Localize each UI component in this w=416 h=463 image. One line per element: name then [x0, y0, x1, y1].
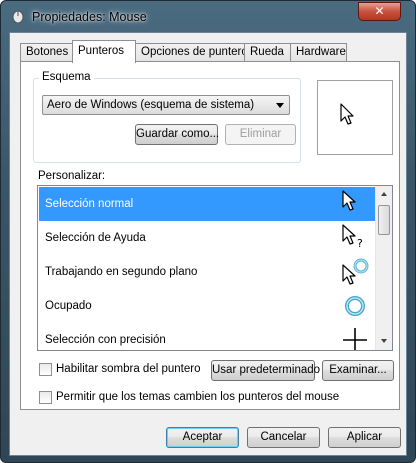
arrow-cursor-icon: [342, 190, 356, 211]
pointer-shadow-checkbox[interactable]: [39, 363, 52, 376]
chevron-up-icon: [381, 192, 387, 196]
scheme-selected-value: Aero de Windows (esquema de sistema): [47, 99, 255, 111]
browse-button[interactable]: Examinar...: [322, 360, 394, 381]
list-item-label: Trabajando en segundo plano: [45, 266, 198, 278]
list-item-label: Selección con precisión: [45, 334, 166, 346]
list-item-seleccion-con-precision[interactable]: Selección con precisión: [39, 323, 376, 350]
svg-text:?: ?: [357, 237, 363, 250]
working-cursor-icon: [342, 258, 369, 285]
use-default-button[interactable]: Usar predeterminado: [211, 360, 320, 381]
save-as-button[interactable]: Guardar como...: [135, 124, 219, 145]
list-item-label: Ocupado: [45, 300, 92, 312]
ok-button[interactable]: Aceptar: [166, 427, 239, 448]
list-item-label: Selección de Ayuda: [45, 232, 146, 244]
crosshair-cursor-icon: [343, 328, 367, 350]
chevron-down-icon: [276, 103, 284, 108]
close-icon: ✕: [374, 4, 385, 18]
tab-hardware[interactable]: Hardware: [290, 43, 347, 62]
tab-punteros[interactable]: Punteros: [72, 40, 136, 63]
list-item-seleccion-normal[interactable]: Selección normal: [39, 187, 376, 221]
mouse-app-icon: [12, 10, 24, 23]
arrow-cursor-preview-icon: [340, 103, 354, 125]
tab-rueda[interactable]: Rueda: [244, 43, 291, 62]
cursor-list[interactable]: Selección normal Selección de Ayuda ? Tr…: [37, 185, 393, 351]
apply-button[interactable]: Aplicar: [328, 427, 401, 448]
list-item-label: Selección normal: [45, 198, 134, 210]
cancel-button[interactable]: Cancelar: [247, 427, 320, 448]
scheme-dropdown[interactable]: Aero de Windows (esquema de sistema): [42, 95, 290, 115]
scroll-up-button[interactable]: [376, 186, 392, 203]
scheme-group-label: Esquema: [39, 71, 94, 83]
help-cursor-icon: ?: [342, 224, 363, 250]
scroll-down-button[interactable]: [376, 333, 392, 350]
pointers-tab-panel: Esquema Aero de Windows (esquema de sist…: [20, 61, 400, 410]
tab-botones[interactable]: Botones: [20, 43, 73, 62]
scroll-thumb[interactable]: [378, 205, 390, 235]
themes-change-pointers-label: Permitir que los temas cambien los punte…: [56, 391, 340, 403]
pointer-preview: [317, 80, 393, 155]
pointer-shadow-label: Habilitar sombra del puntero: [56, 363, 201, 375]
delete-button[interactable]: Eliminar: [225, 124, 296, 145]
themes-change-pointers-checkbox[interactable]: [39, 391, 52, 404]
dialog-client-area: Botones Punteros Opciones de puntero Rue…: [9, 32, 407, 456]
customize-label: Personalizar:: [38, 170, 106, 182]
close-button[interactable]: ✕: [358, 2, 401, 21]
tab-opciones-de-puntero[interactable]: Opciones de puntero: [135, 43, 248, 62]
list-item-ocupado[interactable]: Ocupado: [39, 289, 376, 323]
list-item-seleccion-de-ayuda[interactable]: Selección de Ayuda ?: [39, 221, 376, 255]
chevron-down-icon: [381, 339, 387, 343]
busy-cursor-icon: [345, 296, 365, 316]
window-title: Propiedades: Mouse: [32, 10, 147, 24]
title-bar[interactable]: Propiedades: Mouse ✕: [1, 1, 415, 33]
mouse-properties-window: Propiedades: Mouse ✕ Botones Punteros Op…: [0, 0, 416, 463]
list-item-trabajando-en-segundo-plano[interactable]: Trabajando en segundo plano: [39, 255, 376, 289]
list-scrollbar[interactable]: [375, 186, 392, 350]
scheme-groupbox: Esquema Aero de Windows (esquema de sist…: [33, 71, 301, 163]
